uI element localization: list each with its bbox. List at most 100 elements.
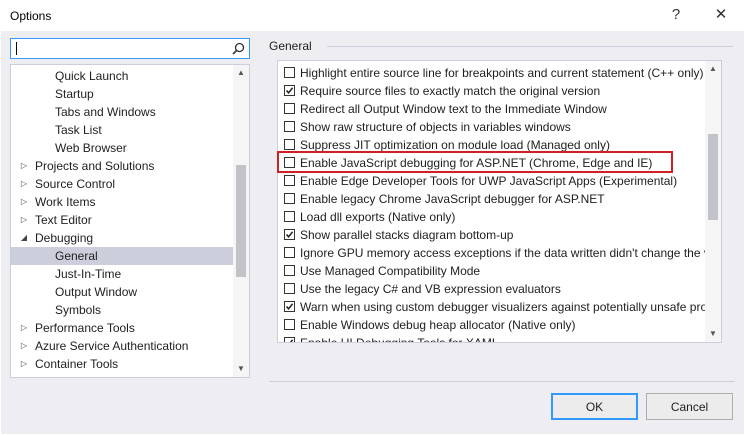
- options-tree[interactable]: Quick Launch Startup Tabs and Windows Task …: [10, 64, 250, 378]
- expanded-arrow-icon[interactable]: ◢: [19, 229, 29, 247]
- tree-item[interactable]: Tabs and Windows: [11, 103, 233, 121]
- ok-button[interactable]: OK: [551, 393, 638, 420]
- tree-scrollbar-thumb[interactable]: [236, 165, 246, 277]
- options-scroll-up-icon[interactable]: ▲: [705, 61, 721, 77]
- checkbox-unchecked[interactable]: [284, 139, 295, 150]
- collapsed-arrow-icon[interactable]: ▷: [19, 355, 29, 373]
- tree-item[interactable]: ▷ Azure Service Authentication: [11, 337, 233, 355]
- text-caret: [16, 42, 17, 55]
- tree-item-label: Source Control: [35, 177, 116, 191]
- option-row[interactable]: Require source files to exactly match th…: [278, 82, 706, 100]
- checkbox-checked[interactable]: [284, 85, 295, 96]
- tree-item[interactable]: ▷ Source Control: [11, 175, 233, 193]
- option-row[interactable]: Redirect all Output Window text to the I…: [278, 100, 706, 118]
- option-label: Show raw structure of objects in variabl…: [300, 120, 571, 134]
- tree-item-label: Work Items: [35, 195, 96, 209]
- option-label: Use Managed Compatibility Mode: [300, 264, 481, 278]
- tree-item[interactable]: Quick Launch: [11, 67, 233, 85]
- scroll-up-icon[interactable]: ▲: [233, 65, 249, 81]
- option-label: Enable Edge Developer Tools for UWP Java…: [300, 174, 678, 188]
- option-label: Show parallel stacks diagram bottom-up: [300, 228, 514, 242]
- checkbox-unchecked[interactable]: [284, 103, 295, 114]
- tree-item-label: Quick Launch: [55, 69, 129, 83]
- checkbox-checked[interactable]: [284, 229, 295, 240]
- option-row[interactable]: Enable Edge Developer Tools for UWP Java…: [278, 172, 706, 190]
- checkbox-unchecked[interactable]: [284, 319, 295, 330]
- tree-item[interactable]: General: [11, 247, 233, 265]
- help-button[interactable]: ?: [664, 4, 688, 26]
- tree-item[interactable]: Output Window: [11, 283, 233, 301]
- option-row[interactable]: Ignore GPU memory access exceptions if t…: [278, 244, 721, 262]
- checkmark-icon: [285, 303, 294, 310]
- collapsed-arrow-icon[interactable]: ▷: [19, 193, 29, 211]
- options-scroll-down-icon[interactable]: ▼: [705, 326, 721, 342]
- checkmark-icon: [285, 231, 294, 238]
- collapsed-arrow-icon[interactable]: ▷: [19, 175, 29, 193]
- option-label: Highlight entire source line for breakpo…: [300, 66, 704, 80]
- footer-divider: [269, 381, 735, 382]
- title-bar: Options ? ✕: [0, 0, 745, 31]
- checkbox-unchecked[interactable]: [284, 283, 295, 294]
- checkbox-checked[interactable]: [284, 337, 295, 342]
- option-label: Redirect all Output Window text to the I…: [300, 102, 607, 116]
- options-scrollbar[interactable]: ▲ ▼: [705, 61, 721, 342]
- option-row[interactable]: Highlight entire source line for breakpo…: [278, 64, 706, 82]
- tree-item[interactable]: ▷ Container Tools: [11, 355, 233, 373]
- checkbox-unchecked[interactable]: [284, 247, 295, 258]
- collapsed-arrow-icon[interactable]: ▷: [19, 157, 29, 175]
- tree-item[interactable]: ▷ Text Editor: [11, 211, 233, 229]
- cancel-button[interactable]: Cancel: [646, 393, 733, 420]
- collapsed-arrow-icon[interactable]: ▷: [19, 211, 29, 229]
- checkbox-unchecked[interactable]: [284, 175, 295, 186]
- options-list[interactable]: Highlight entire source line for breakpo…: [277, 60, 722, 343]
- search-input[interactable]: [10, 38, 250, 59]
- checkbox-unchecked[interactable]: [284, 265, 295, 276]
- tree-item[interactable]: ▷ Performance Tools: [11, 319, 233, 337]
- option-row[interactable]: Use Managed Compatibility Mode: [278, 262, 706, 280]
- section-title: General: [269, 39, 312, 53]
- option-label: Load dll exports (Native only): [300, 210, 456, 224]
- tree-item-label: Symbols: [55, 303, 102, 317]
- tree-item-label: Web Browser: [55, 141, 127, 155]
- option-row[interactable]: Use the legacy C# and VB expression eval…: [278, 280, 706, 298]
- tree-item[interactable]: Task List: [11, 121, 233, 139]
- tree-item[interactable]: ◢ Debugging: [11, 229, 233, 247]
- tree-item[interactable]: Just-In-Time: [11, 265, 233, 283]
- option-row[interactable]: Warn when using custom debugger visualiz…: [278, 298, 721, 316]
- options-scrollbar-thumb[interactable]: [708, 134, 718, 221]
- tree-item[interactable]: ▷ Projects and Solutions: [11, 157, 233, 175]
- option-row[interactable]: Enable UI Debugging Tools for XAML: [278, 334, 706, 343]
- scroll-down-icon[interactable]: ▼: [233, 361, 249, 377]
- tree-item[interactable]: Web Browser: [11, 139, 233, 157]
- checkbox-unchecked[interactable]: [284, 67, 295, 78]
- tree-item-label: Tabs and Windows: [55, 105, 156, 119]
- option-label: Enable UI Debugging Tools for XAML: [300, 336, 499, 343]
- tree-item-label: Text Editor: [35, 213, 92, 227]
- tree-item-label: Just-In-Time: [55, 267, 122, 281]
- tree-item-label: Output Window: [55, 285, 138, 299]
- option-row[interactable]: Enable legacy Chrome JavaScript debugger…: [278, 190, 706, 208]
- option-label: Warn when using custom debugger visualiz…: [300, 300, 722, 314]
- tree-item-label: General: [55, 249, 98, 263]
- option-row[interactable]: Show raw structure of objects in variabl…: [278, 118, 706, 136]
- tree-scrollbar[interactable]: ▲ ▼: [233, 65, 249, 377]
- checkbox-unchecked[interactable]: [284, 211, 295, 222]
- collapsed-arrow-icon[interactable]: ▷: [19, 319, 29, 337]
- tree-item[interactable]: Symbols: [11, 301, 233, 319]
- checkbox-unchecked[interactable]: [284, 121, 295, 132]
- tree-item[interactable]: ▷ Work Items: [11, 193, 233, 211]
- option-row[interactable]: Show parallel stacks diagram bottom-up: [278, 226, 706, 244]
- checkmark-icon: [287, 339, 294, 342]
- option-row[interactable]: Load dll exports (Native only): [278, 208, 706, 226]
- tree-item[interactable]: Startup: [11, 85, 233, 103]
- close-button[interactable]: ✕: [709, 4, 733, 26]
- checkbox-checked[interactable]: [284, 301, 295, 312]
- search-icon[interactable]: [232, 42, 245, 55]
- options-rows: Highlight entire source line for breakpo…: [278, 64, 721, 343]
- checkbox-unchecked[interactable]: [284, 193, 295, 204]
- option-label: Require source files to exactly match th…: [300, 84, 601, 98]
- option-label: Use the legacy C# and VB expression eval…: [300, 282, 561, 296]
- collapsed-arrow-icon[interactable]: ▷: [19, 337, 29, 355]
- option-row[interactable]: Enable Windows debug heap allocator (Nat…: [278, 316, 706, 334]
- tree-item-label: Startup: [55, 87, 94, 101]
